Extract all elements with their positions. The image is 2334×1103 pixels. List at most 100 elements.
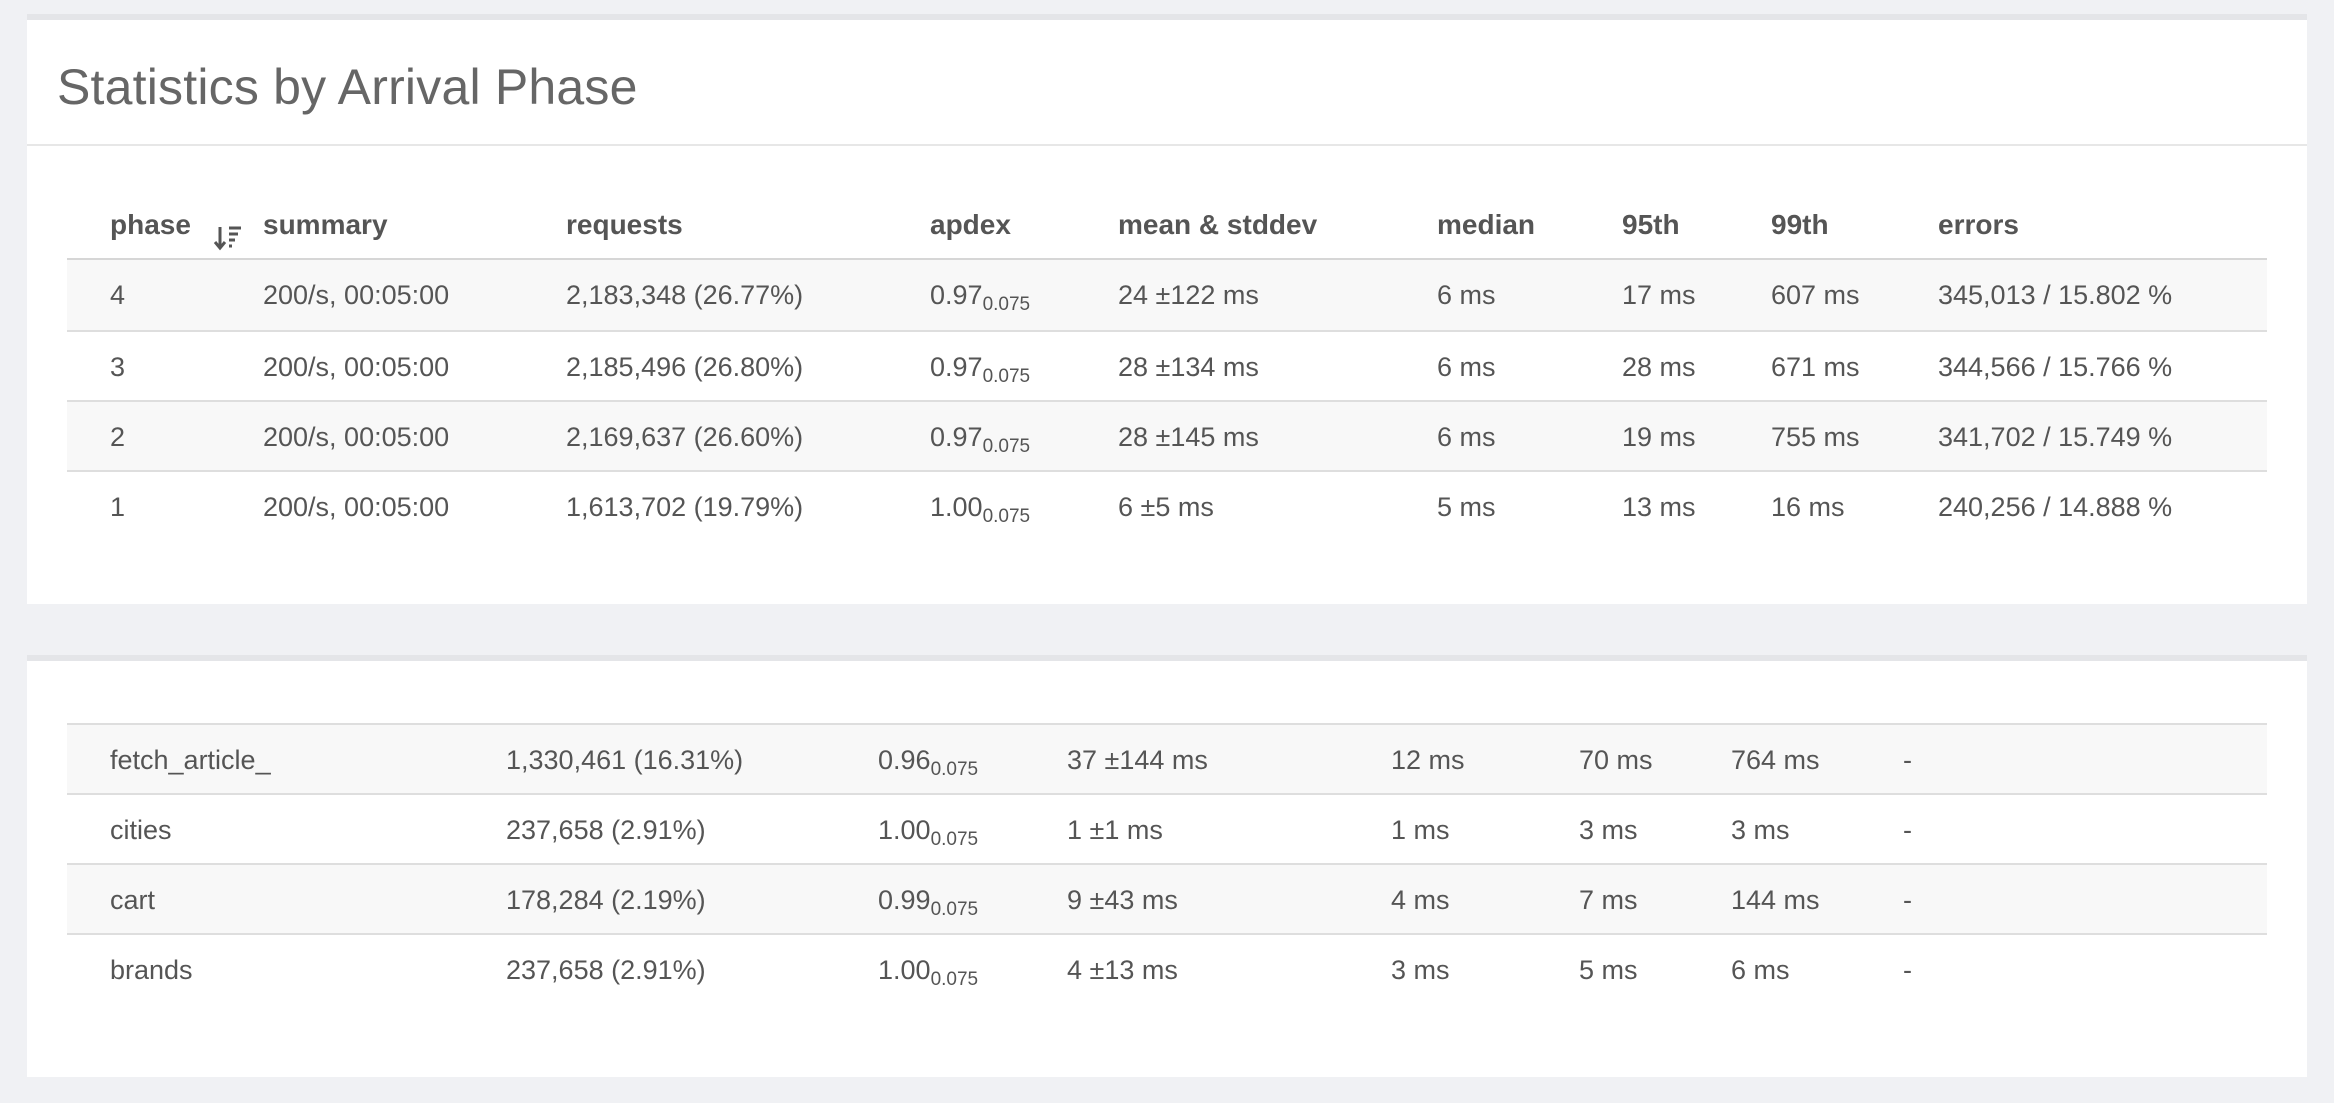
apdex-value: 1.00	[930, 492, 983, 522]
cell-errors: 345,013 / 15.802 %	[1938, 280, 2173, 310]
cell-median: 6 ms	[1437, 280, 1496, 310]
table-row[interactable]: fetch_article_ 1,330,461 (16.31%) 0.960.…	[67, 723, 2267, 793]
cell-requests: 1,330,461 (16.31%)	[506, 745, 744, 775]
cell-99th: 16 ms	[1771, 492, 1845, 522]
arrival-phase-panel: Statistics by Arrival Phase phase summar…	[27, 14, 2307, 604]
apdex-threshold: 0.075	[930, 899, 979, 920]
cell-requests: 2,183,348 (26.77%)	[566, 280, 804, 310]
column-header-summary[interactable]: summary	[263, 190, 388, 260]
cell-phase: 4	[110, 280, 126, 310]
cell-apdex: 1.000.075	[878, 935, 978, 1005]
column-header-apdex[interactable]: apdex	[930, 190, 1011, 260]
panel-title: Statistics by Arrival Phase	[57, 59, 638, 115]
apdex-threshold: 0.075	[982, 506, 1031, 527]
cell-99th: 144 ms	[1731, 885, 1820, 915]
cell-99th: 764 ms	[1731, 745, 1820, 775]
table-row[interactable]: brands 237,658 (2.91%) 1.000.075 4 ±13 m…	[67, 933, 2267, 1003]
cell-99th: 671 ms	[1771, 352, 1860, 382]
cell-99th: 6 ms	[1731, 955, 1790, 985]
cell-summary: 200/s, 00:05:00	[263, 492, 450, 522]
cell-summary: 200/s, 00:05:00	[263, 352, 450, 382]
cell-phase: 3	[110, 352, 126, 382]
cell-requests: 237,658 (2.91%)	[506, 955, 706, 985]
cell-errors: 344,566 / 15.766 %	[1938, 352, 2173, 382]
cell-requests: 2,169,637 (26.60%)	[566, 422, 804, 452]
cell-endpoint-name: fetch_article_	[110, 745, 271, 775]
cell-mean-stddev: 28 ±134 ms	[1118, 352, 1259, 382]
table-row[interactable]: 3 200/s, 00:05:00 2,185,496 (26.80%) 0.9…	[67, 330, 2267, 400]
apdex-threshold: 0.075	[982, 366, 1031, 387]
cell-phase: 2	[110, 422, 126, 452]
cell-median: 6 ms	[1437, 352, 1496, 382]
cell-median: 3 ms	[1391, 955, 1450, 985]
cell-requests: 178,284 (2.19%)	[506, 885, 706, 915]
apdex-threshold: 0.075	[930, 759, 979, 780]
cell-mean-stddev: 28 ±145 ms	[1118, 422, 1259, 452]
cell-95th: 28 ms	[1622, 352, 1696, 382]
column-header-median[interactable]: median	[1437, 190, 1535, 260]
cell-95th: 70 ms	[1579, 745, 1653, 775]
column-header-phase[interactable]: phase	[110, 190, 243, 260]
apdex-value: 0.97	[930, 422, 983, 452]
cell-requests: 1,613,702 (19.79%)	[566, 492, 804, 522]
column-header-errors[interactable]: errors	[1938, 190, 2019, 260]
cell-median: 5 ms	[1437, 492, 1496, 522]
table-row[interactable]: cities 237,658 (2.91%) 1.000.075 1 ±1 ms…	[67, 793, 2267, 863]
cell-apdex: 1.000.075	[930, 472, 1030, 542]
cell-summary: 200/s, 00:05:00	[263, 280, 450, 310]
table-row[interactable]: cart 178,284 (2.19%) 0.990.075 9 ±43 ms …	[67, 863, 2267, 933]
title-divider	[27, 144, 2307, 146]
cell-endpoint-name: cities	[110, 815, 172, 845]
cell-summary: 200/s, 00:05:00	[263, 422, 450, 452]
cell-95th: 17 ms	[1622, 280, 1696, 310]
apdex-threshold: 0.075	[982, 294, 1031, 315]
cell-95th: 3 ms	[1579, 815, 1638, 845]
cell-99th: 607 ms	[1771, 280, 1860, 310]
cell-apdex: 0.960.075	[878, 725, 978, 795]
column-header-95th[interactable]: 95th	[1622, 190, 1680, 260]
table-row[interactable]: 4 200/s, 00:05:00 2,183,348 (26.77%) 0.9…	[67, 260, 2267, 330]
cell-99th: 3 ms	[1731, 815, 1790, 845]
cell-apdex: 0.970.075	[930, 402, 1030, 472]
cell-errors: -	[1903, 955, 1912, 985]
endpoint-table: fetch_article_ 1,330,461 (16.31%) 0.960.…	[67, 661, 2267, 1077]
cell-endpoint-name: cart	[110, 885, 156, 915]
cell-mean-stddev: 6 ±5 ms	[1118, 492, 1214, 522]
cell-endpoint-name: brands	[110, 955, 193, 985]
column-header-mean-stddev[interactable]: mean & stddev	[1118, 190, 1317, 260]
cell-mean-stddev: 1 ±1 ms	[1067, 815, 1163, 845]
apdex-value: 0.97	[930, 352, 983, 382]
cell-mean-stddev: 24 ±122 ms	[1118, 280, 1259, 310]
endpoint-stats-panel[interactable]: fetch_article_ 1,330,461 (16.31%) 0.960.…	[27, 655, 2307, 1077]
table-header-row: phase summary requests apdex mean & stdd…	[67, 190, 2267, 260]
cell-errors: -	[1903, 815, 1912, 845]
apdex-threshold: 0.075	[930, 969, 979, 990]
sort-descending-icon[interactable]	[213, 209, 243, 250]
cell-phase: 1	[110, 492, 126, 522]
apdex-value: 1.00	[878, 955, 931, 985]
apdex-value: 0.97	[930, 280, 983, 310]
cell-95th: 19 ms	[1622, 422, 1696, 452]
cell-median: 4 ms	[1391, 885, 1450, 915]
cell-requests: 2,185,496 (26.80%)	[566, 352, 804, 382]
cell-median: 6 ms	[1437, 422, 1496, 452]
apdex-value: 0.99	[878, 885, 931, 915]
cell-95th: 7 ms	[1579, 885, 1638, 915]
apdex-threshold: 0.075	[930, 829, 979, 850]
cell-apdex: 0.970.075	[930, 332, 1030, 402]
column-header-99th[interactable]: 99th	[1771, 190, 1829, 260]
apdex-threshold: 0.075	[982, 436, 1031, 457]
cell-errors: -	[1903, 885, 1912, 915]
cell-errors: -	[1903, 745, 1912, 775]
cell-median: 1 ms	[1391, 815, 1450, 845]
cell-apdex: 0.990.075	[878, 865, 978, 935]
cell-requests: 237,658 (2.91%)	[506, 815, 706, 845]
cell-mean-stddev: 9 ±43 ms	[1067, 885, 1178, 915]
cell-99th: 755 ms	[1771, 422, 1860, 452]
table-row[interactable]: 1 200/s, 00:05:00 1,613,702 (19.79%) 1.0…	[67, 470, 2267, 540]
table-row[interactable]: 2 200/s, 00:05:00 2,169,637 (26.60%) 0.9…	[67, 400, 2267, 470]
apdex-value: 0.96	[878, 745, 931, 775]
cell-errors: 341,702 / 15.749 %	[1938, 422, 2173, 452]
column-header-requests[interactable]: requests	[566, 190, 683, 260]
column-header-phase-label: phase	[110, 209, 191, 240]
